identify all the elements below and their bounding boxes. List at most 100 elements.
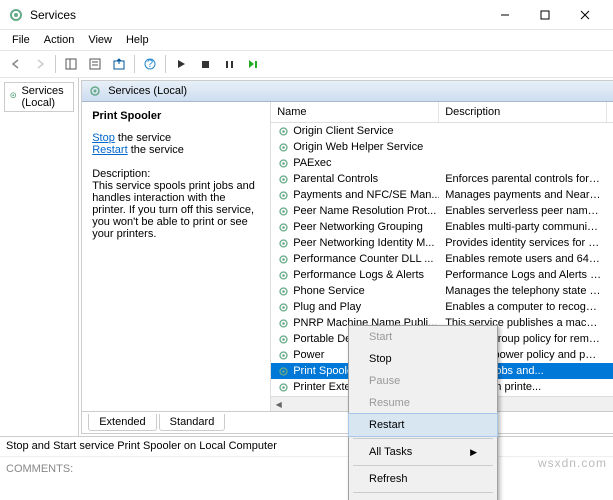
help-button[interactable]: ? (139, 53, 161, 75)
service-row[interactable]: Peer Networking Identity M...Provides id… (271, 235, 613, 251)
service-details-panel: Print Spooler Stop the service Restart t… (82, 102, 270, 411)
left-tree-panel: Services (Local) (0, 78, 79, 436)
column-header-description[interactable]: Description (439, 102, 607, 122)
watermark: wsxdn.com (538, 456, 607, 470)
gear-icon (277, 365, 290, 378)
menu-view[interactable]: View (82, 32, 118, 48)
gear-icon (277, 141, 290, 154)
service-status-cell: Running (607, 140, 613, 154)
tab-extended[interactable]: Extended (88, 414, 156, 431)
service-row[interactable]: Origin Client Service (271, 123, 613, 139)
panel-header-text: Services (Local) (108, 85, 187, 97)
gear-icon (277, 349, 290, 362)
gear-icon (277, 157, 290, 170)
column-header-status[interactable]: Status (607, 102, 613, 122)
service-desc-cell: Enables remote users and 64-bit ... (439, 252, 607, 266)
service-status-cell (607, 178, 613, 180)
comments-label: COMMENTS: (0, 456, 613, 482)
service-name-cell: Peer Networking Grouping (293, 221, 423, 233)
service-status-cell (607, 290, 613, 292)
service-desc-cell: Enables serverless peer name res... (439, 204, 607, 218)
gear-icon (277, 381, 290, 394)
start-service-button[interactable] (170, 53, 192, 75)
service-desc-cell (439, 130, 607, 132)
service-row[interactable]: Peer Name Resolution Prot...Enables serv… (271, 203, 613, 219)
back-button[interactable] (5, 53, 27, 75)
context-stop[interactable]: Stop (349, 348, 497, 370)
svg-text:?: ? (147, 58, 153, 70)
export-button[interactable] (108, 53, 130, 75)
service-status-cell (607, 162, 613, 164)
gear-icon (277, 221, 290, 234)
service-name-cell: Performance Counter DLL ... (293, 253, 433, 265)
service-desc-cell: Enforces parental controls for chi... (439, 172, 607, 186)
tab-standard[interactable]: Standard (159, 414, 226, 431)
service-status-cell: Running (607, 364, 613, 378)
service-row[interactable]: Phone Service Manages the telephony state… (271, 283, 613, 299)
service-name-cell: Peer Name Resolution Prot... (293, 205, 436, 217)
gear-icon (88, 84, 102, 98)
service-status-cell (607, 274, 613, 276)
scroll-left-icon[interactable]: ◀ (271, 397, 286, 411)
stop-service-button[interactable] (194, 53, 216, 75)
tree-item-services-local[interactable]: Services (Local) (4, 82, 74, 112)
restart-service-link[interactable]: Restart (92, 144, 127, 156)
title-bar: Services (0, 0, 613, 30)
context-restart[interactable]: Restart (348, 413, 498, 437)
menu-bar: File Action View Help (0, 30, 613, 50)
context-refresh[interactable]: Refresh (349, 468, 497, 490)
service-row[interactable]: Origin Web Helper Service Running (271, 139, 613, 155)
description-label: Description: (92, 168, 260, 180)
gear-icon (277, 317, 290, 330)
service-row[interactable]: Payments and NFC/SE Man...Manages paymen… (271, 187, 613, 203)
service-desc-cell (439, 146, 607, 148)
service-row[interactable]: Peer Networking Grouping Enables multi-pa… (271, 219, 613, 235)
service-row[interactable]: Plug and PlayEnables a computer to recog… (271, 299, 613, 315)
forward-button[interactable] (29, 53, 51, 75)
menu-help[interactable]: Help (120, 32, 155, 48)
menu-action[interactable]: Action (38, 32, 81, 48)
context-resume[interactable]: Resume (349, 392, 497, 414)
close-button[interactable] (565, 0, 605, 30)
service-name-cell: Origin Web Helper Service (293, 141, 423, 153)
properties-button[interactable] (84, 53, 106, 75)
service-status-cell (607, 386, 613, 388)
service-name-cell: Power (293, 349, 324, 361)
tree-item-label: Services (Local) (21, 85, 69, 109)
service-name-cell: Phone Service (293, 285, 365, 297)
service-row[interactable]: Parental ControlsEnforces parental contr… (271, 171, 613, 187)
gear-icon (277, 285, 290, 298)
maximize-button[interactable] (525, 0, 565, 30)
gear-icon (9, 90, 17, 104)
service-desc-cell: Manages payments and Near Fiel... (439, 188, 607, 202)
service-status-cell (607, 258, 613, 260)
service-row[interactable]: Performance Logs & AlertsPerformance Log… (271, 267, 613, 283)
service-name-cell: Plug and Play (293, 301, 361, 313)
service-desc-cell: Enables multi-party communicat... (439, 220, 607, 234)
service-status-cell: Running (607, 300, 613, 314)
show-hide-tree-button[interactable] (60, 53, 82, 75)
context-properties[interactable]: Properties (349, 495, 497, 500)
restart-service-button[interactable] (242, 53, 264, 75)
gear-icon (277, 237, 290, 250)
service-status-cell: Running (607, 348, 613, 362)
service-name-cell: Peer Networking Identity M... (293, 237, 434, 249)
minimize-button[interactable] (485, 0, 525, 30)
service-row[interactable]: PAExec (271, 155, 613, 171)
menu-file[interactable]: File (6, 32, 36, 48)
column-header-name[interactable]: Name (271, 102, 439, 122)
pause-service-button[interactable] (218, 53, 240, 75)
panel-header: Services (Local) (82, 81, 613, 102)
context-pause[interactable]: Pause (349, 370, 497, 392)
service-name-cell: Origin Client Service (293, 125, 393, 137)
service-row[interactable]: Performance Counter DLL ... Enables remot… (271, 251, 613, 267)
service-name-cell: Performance Logs & Alerts (293, 269, 424, 281)
stop-service-link[interactable]: Stop (92, 132, 115, 144)
services-icon (8, 7, 24, 23)
service-desc-cell: Manages the telephony state on ... (439, 284, 607, 298)
context-all-tasks[interactable]: All Tasks▶ (349, 441, 497, 463)
stop-suffix: the service (115, 132, 171, 144)
gear-icon (277, 205, 290, 218)
context-start[interactable]: Start (349, 326, 497, 348)
service-name-cell: Payments and NFC/SE Man... (293, 189, 439, 201)
